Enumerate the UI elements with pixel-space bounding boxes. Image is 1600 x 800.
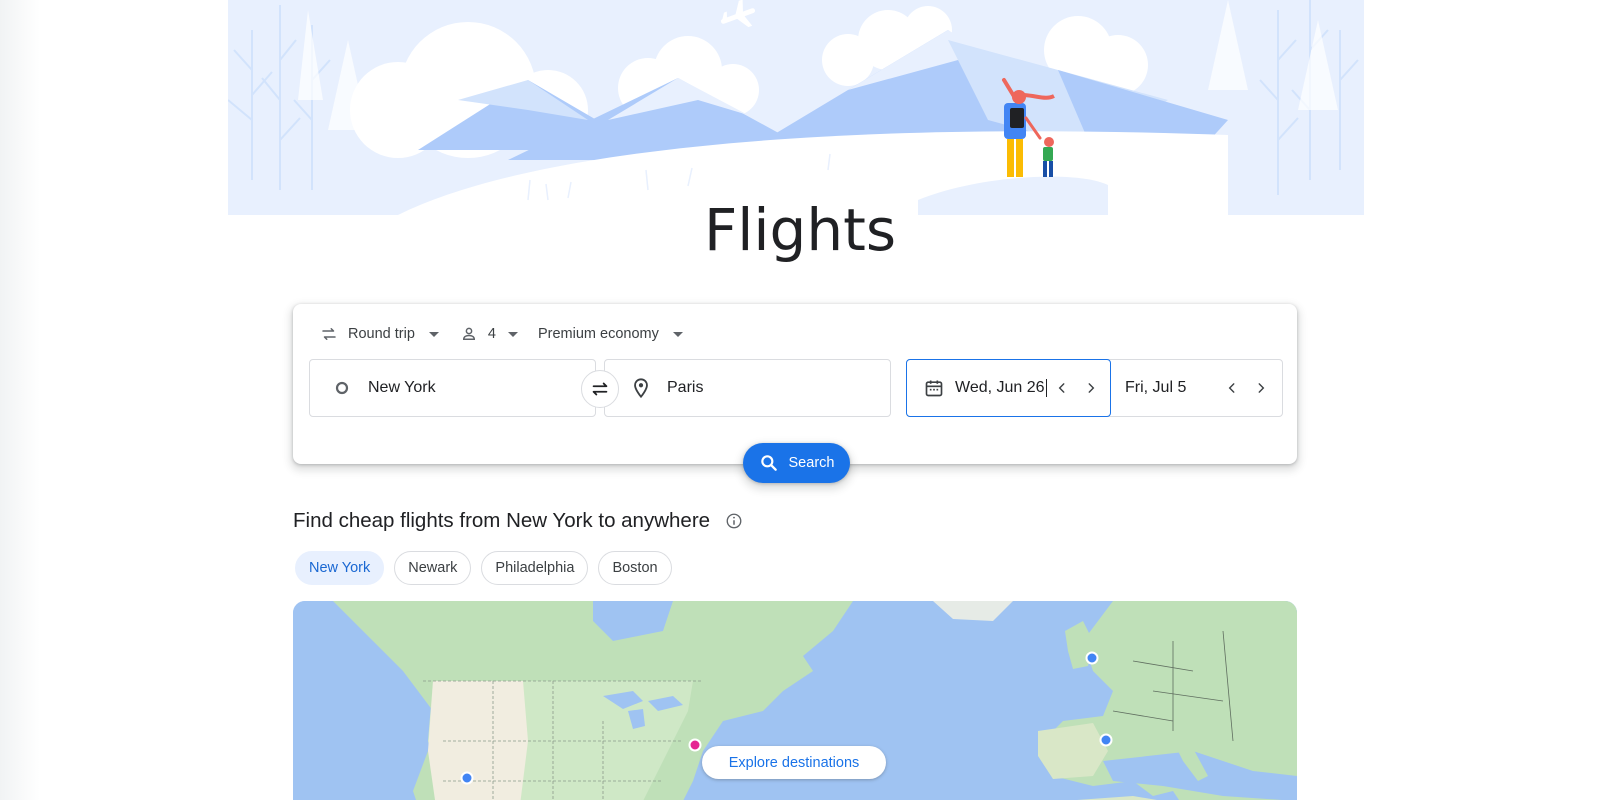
swap-icon [592, 382, 608, 396]
calendar-icon [923, 377, 945, 399]
departure-previous-chevron-icon[interactable] [1051, 377, 1073, 399]
swap-arrows-icon [319, 324, 339, 344]
left-edge-shade [0, 0, 40, 800]
person-icon [459, 324, 479, 344]
location-pin-icon [629, 376, 653, 400]
origin-city-chips: New York Newark Philadelphia Boston [295, 551, 682, 585]
hero-illustration [228, 0, 1364, 215]
passenger-count: 4 [487, 326, 496, 342]
explore-destinations-button[interactable]: Explore destinations [702, 746, 886, 779]
chevron-down-icon [428, 331, 439, 337]
chip-boston[interactable]: Boston [598, 551, 672, 585]
swap-origin-destination-button[interactable] [581, 370, 619, 408]
flight-search-panel: Round trip 4 Premium economy New York Pa… [293, 304, 1297, 464]
passengers-dropdown[interactable]: 4 [449, 316, 528, 352]
trip-type-dropdown[interactable]: Round trip [309, 316, 449, 352]
departure-date-field[interactable]: Wed, Jun 26 [906, 359, 1111, 417]
return-previous-chevron-icon[interactable] [1221, 377, 1243, 399]
search-button-label: Search [788, 455, 835, 471]
departure-next-chevron-icon[interactable] [1080, 377, 1102, 399]
chevron-down-icon [672, 331, 683, 337]
chip-newark[interactable]: Newark [394, 551, 472, 585]
origin-circle-icon [330, 376, 354, 400]
google-flights-page: Flights Round trip 4 Premium economy New… [0, 0, 1600, 800]
cabin-class-dropdown[interactable]: Premium economy [528, 316, 693, 352]
page-title: Flights [703, 196, 897, 264]
return-next-chevron-icon[interactable] [1250, 377, 1272, 399]
cheap-flights-heading: Find cheap flights from New York to anyw… [293, 509, 744, 533]
search-icon [759, 453, 779, 473]
search-button[interactable]: Search [743, 443, 850, 483]
date-range-field: Wed, Jun 26 Fri, Jul 5 [906, 359, 1283, 417]
origin-value: New York [368, 379, 436, 396]
return-date-value: Fri, Jul 5 [1125, 379, 1187, 396]
trip-type-label: Round trip [348, 326, 415, 342]
origin-field[interactable]: New York [309, 359, 596, 417]
cabin-class-label: Premium economy [537, 326, 659, 342]
chevron-down-icon [507, 331, 518, 337]
destination-value: Paris [667, 379, 704, 396]
chip-new-york[interactable]: New York [295, 551, 385, 585]
departure-date-value: Wed, Jun 26 [955, 379, 1045, 397]
cheap-flights-heading-text: Find cheap flights from New York to anyw… [293, 509, 711, 532]
info-icon[interactable] [724, 511, 744, 531]
trip-options-row: Round trip 4 Premium economy [309, 314, 693, 354]
return-date-field[interactable]: Fri, Jul 5 [1111, 360, 1283, 416]
destination-field[interactable]: Paris [604, 359, 891, 417]
chip-philadelphia[interactable]: Philadelphia [481, 551, 589, 585]
